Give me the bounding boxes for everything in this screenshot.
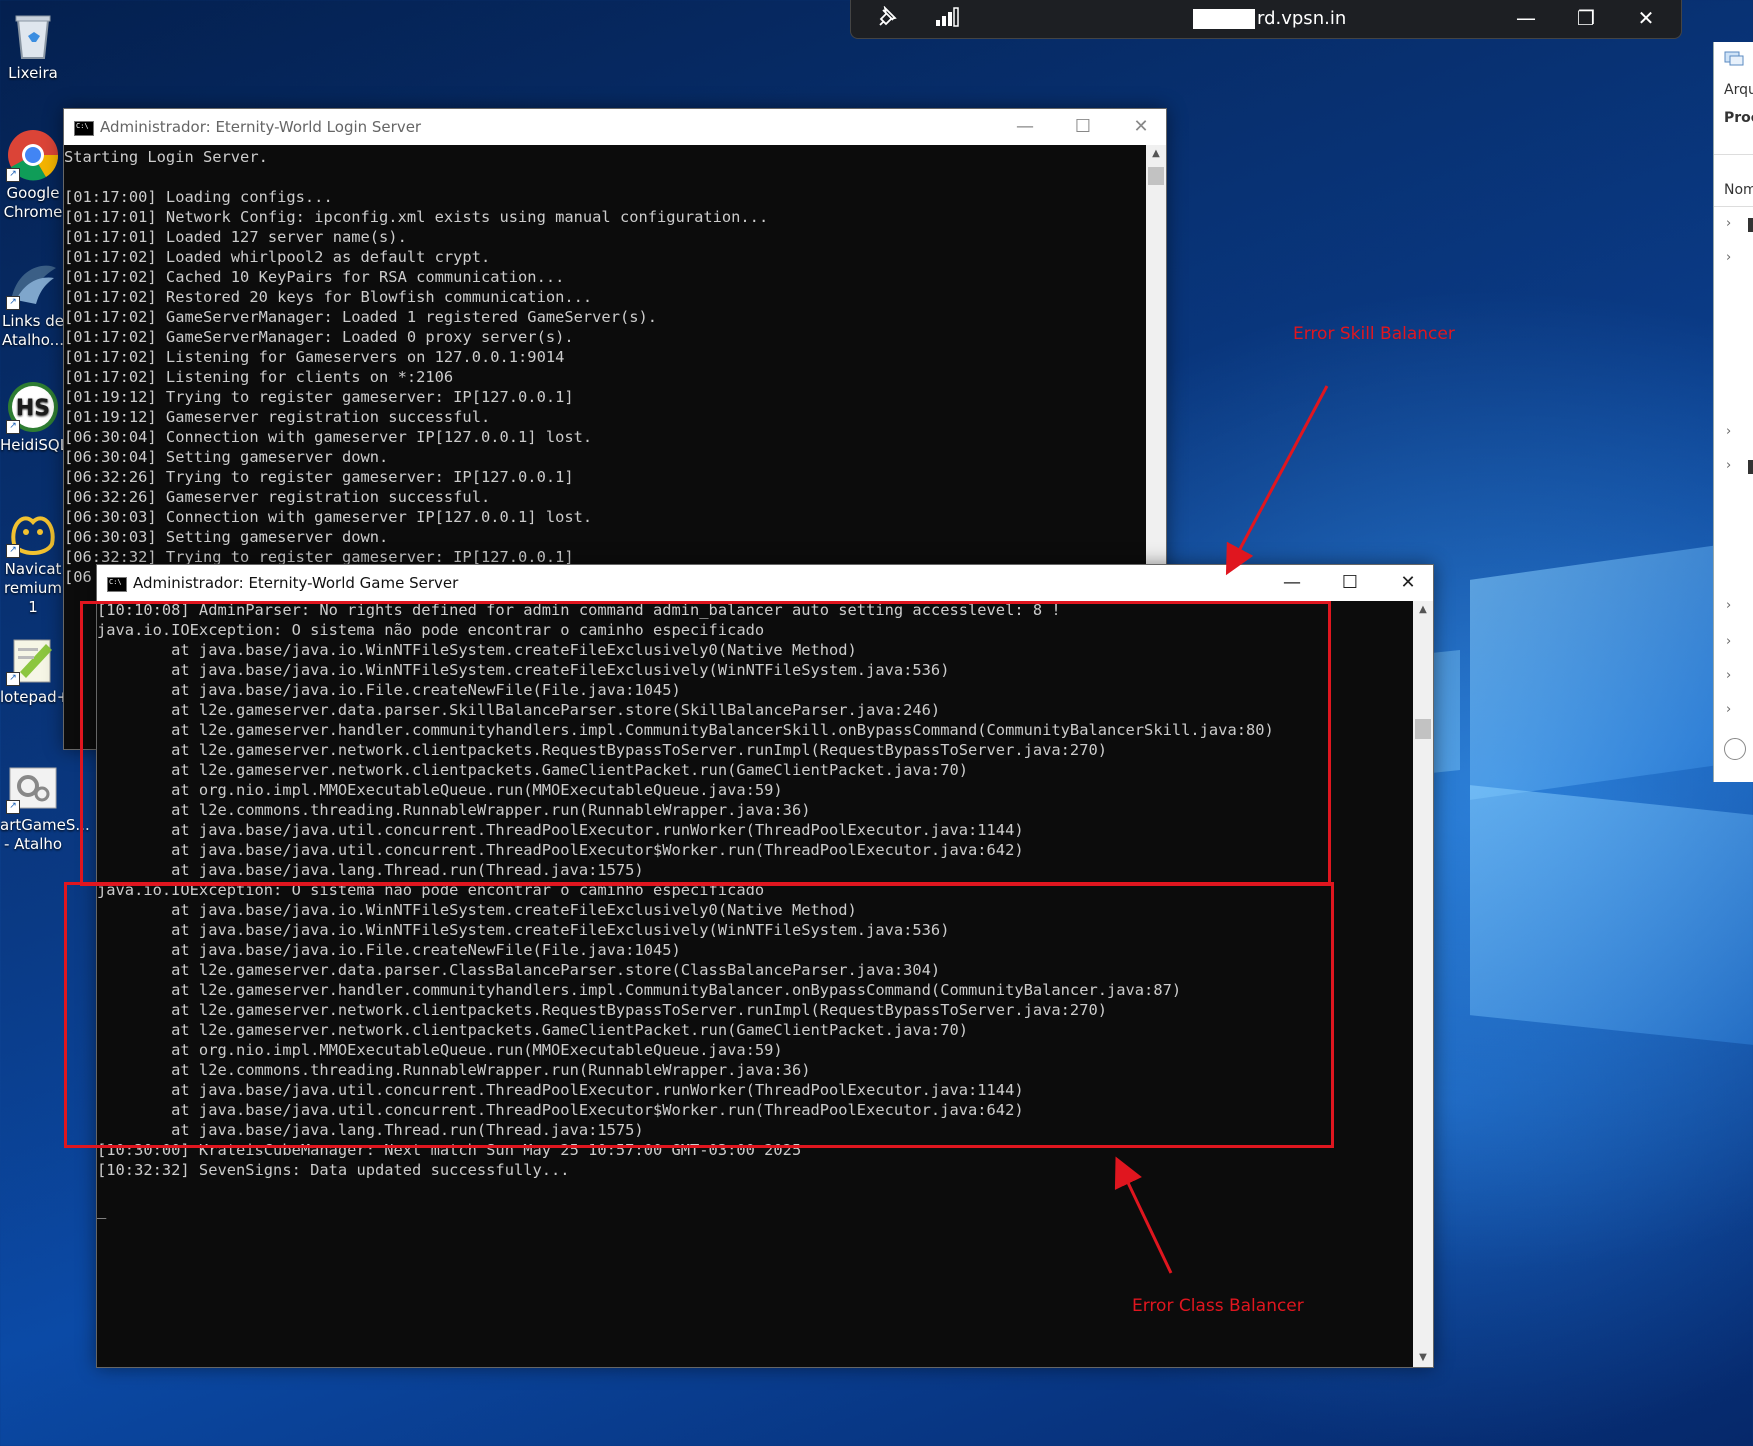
annotation-arrows [1114, 385, 1329, 1274]
class-balancer-error-label: Error Class Balancer [1132, 1296, 1304, 1316]
skill-error-arrow [1225, 385, 1329, 576]
skill-balancer-error-label: Error Skill Balancer [1293, 324, 1455, 344]
class-error-arrow [1114, 1156, 1173, 1274]
